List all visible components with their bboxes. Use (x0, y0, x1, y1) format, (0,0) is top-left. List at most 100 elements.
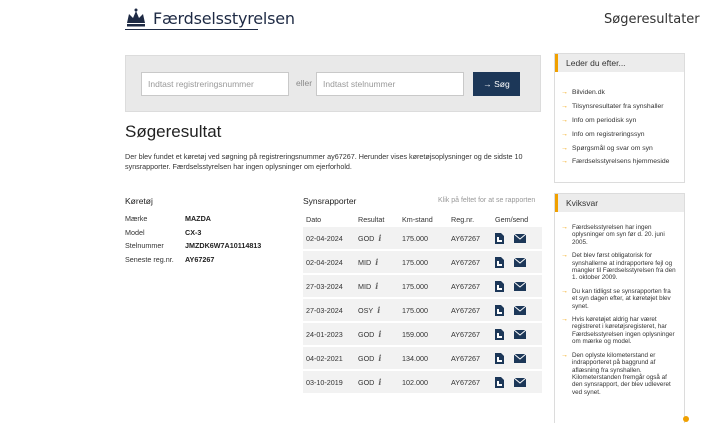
report-row[interactable]: 02-04-2024 MID i 175.000 AY67267 (303, 251, 542, 275)
report-date: 02-04-2024 (306, 257, 343, 267)
info-icon[interactable]: i (375, 257, 378, 267)
brand-name: Færdselsstyrelsen (153, 8, 295, 28)
report-km: 102.000 (402, 377, 428, 387)
result-description: Der blev fundet et køretøj ved søgning p… (125, 152, 523, 171)
pdf-download-icon[interactable] (495, 232, 504, 244)
column-header-result: Resultat (358, 214, 385, 224)
sidebar-link-label: Spørgsmål og svar om syn (572, 144, 653, 152)
brand-underline (125, 29, 258, 30)
report-result: GOD (358, 329, 375, 339)
report-reg: AY67267 (451, 257, 481, 267)
report-result: OSY (358, 305, 374, 315)
report-result-cell: OSY i (358, 305, 402, 315)
sidebar-link[interactable]: → Færdselsstyrelsens hjemmeside (561, 155, 684, 169)
info-icon[interactable]: i (378, 233, 381, 243)
report-date: 03-10-2019 (306, 377, 343, 387)
vehicle-value: MAZDA (185, 214, 211, 224)
email-send-icon[interactable] (514, 377, 526, 387)
pdf-download-icon[interactable] (495, 376, 504, 388)
report-reg: AY67267 (451, 281, 481, 291)
report-row[interactable]: 27-03-2024 MID i 175.000 AY67267 (303, 275, 542, 299)
report-actions (492, 280, 542, 292)
sidebar-link[interactable]: → Tilsynsresultater fra synshaller (561, 100, 684, 114)
search-panel: Indtast registreringsnummer eller Indtas… (125, 55, 541, 112)
quick-answer-text: Hvis køretøjet aldrig har været registre… (572, 316, 675, 346)
report-result-cell: GOD i (358, 233, 402, 243)
vehicle-heading: Køretøj (125, 196, 153, 206)
column-header-save-send: Gem/send (495, 214, 529, 224)
email-send-icon[interactable] (514, 233, 526, 243)
pdf-download-icon[interactable] (495, 304, 504, 316)
info-icon[interactable]: i (377, 305, 380, 315)
report-result: MID (358, 257, 372, 267)
arrow-right-icon: → (561, 351, 568, 359)
sidebar-link-label: Info om periodisk syn (572, 116, 637, 124)
registration-number-input[interactable]: Indtast registreringsnummer (141, 72, 289, 96)
sidebar-link[interactable]: → Spørgsmål og svar om syn (561, 141, 684, 155)
pdf-download-icon[interactable] (495, 256, 504, 268)
sidebar-link[interactable]: → Info om periodisk syn (561, 114, 684, 128)
arrow-right-icon: → (561, 316, 568, 324)
vehicle-row-latest-reg: Seneste reg.nr. AY67267 (125, 253, 261, 267)
report-row[interactable]: 24-01-2023 GOD i 159.000 AY67267 (303, 323, 542, 347)
search-button[interactable]: → Søg (473, 72, 520, 96)
report-row[interactable]: 03-10-2019 GOD i 102.000 AY67267 (303, 371, 542, 395)
column-header-km: Km-stand (402, 214, 433, 224)
sidebar-link[interactable]: → Info om registreringssyn (561, 127, 684, 141)
crown-icon (127, 8, 145, 27)
quick-answer-item: → Færdselsstyrelsen har ingen oplysninger… (561, 224, 676, 246)
column-header-reg: Reg.nr. (451, 214, 475, 224)
report-result-cell: GOD i (358, 377, 402, 387)
links-panel: Leder du efter... → Bilviden.dk → Tilsynsre… (554, 53, 685, 183)
links-heading: Leder du efter... (555, 54, 684, 72)
quick-answer-text: Du kan tidligst se synsrapporten fra et … (572, 287, 671, 310)
report-date: 04-02-2021 (306, 353, 343, 363)
report-actions (492, 376, 542, 388)
email-send-icon[interactable] (514, 305, 526, 315)
vehicle-label: Model (125, 227, 145, 237)
arrow-right-icon: → (561, 144, 568, 152)
sidebar-link-label: Bilviden.dk (572, 89, 605, 97)
email-send-icon[interactable] (514, 353, 526, 363)
quick-answer-text: Det blev først obligatorisk for synshall… (572, 252, 676, 282)
email-send-icon[interactable] (514, 281, 526, 291)
pdf-download-icon[interactable] (495, 280, 504, 292)
info-icon[interactable]: i (378, 353, 381, 363)
sidebar-link-label: Tilsynsresultater fra synshaller (572, 103, 664, 111)
email-send-icon[interactable] (514, 257, 526, 267)
info-icon[interactable]: i (378, 329, 381, 339)
report-date: 02-04-2024 (306, 233, 343, 243)
pdf-download-icon[interactable] (495, 352, 504, 364)
or-label: eller (296, 78, 313, 88)
email-send-icon[interactable] (514, 329, 526, 339)
report-km: 175.000 (402, 257, 428, 267)
report-result-cell: MID i (358, 257, 402, 267)
report-km: 159.000 (402, 329, 428, 339)
sidebar-link-label: Færdselsstyrelsens hjemmeside (572, 158, 670, 166)
report-result-cell: MID i (358, 281, 402, 291)
report-result: MID (358, 281, 372, 291)
arrow-right-icon: → (561, 224, 568, 231)
info-icon[interactable]: i (375, 281, 378, 291)
scroll-top-dot[interactable] (683, 416, 689, 422)
arrow-right-icon: → (561, 116, 568, 124)
report-row[interactable]: 04-02-2021 GOD i 134.000 AY67267 (303, 347, 542, 371)
pdf-download-icon[interactable] (495, 328, 504, 340)
quick-answer-item: → Den oplyste kilometerstand er indrappor… (561, 352, 676, 396)
info-icon[interactable]: i (378, 377, 381, 387)
vehicle-label: Seneste reg.nr. (125, 254, 174, 264)
report-reg: AY67267 (451, 377, 481, 387)
report-row[interactable]: 02-04-2024 GOD i 175.000 AY67267 (303, 227, 542, 251)
vehicle-row-chassis: Stelnummer JMZDK6W7A10114813 (125, 239, 261, 253)
brand-logo[interactable]: Færdselsstyrelsen (125, 6, 295, 30)
report-row[interactable]: 27-03-2024 OSY i 175.000 AY67267 (303, 299, 542, 323)
quick-answer-text: Færdselsstyrelsen har ingen oplysninger … (572, 224, 665, 246)
chassis-number-input[interactable]: Indtast stelnummer (316, 72, 464, 96)
vehicle-row-make: Mærke MAZDA (125, 212, 261, 226)
vehicle-info-table: Mærke MAZDA Model CX-3 Stelnummer JMZDK6… (125, 212, 261, 266)
arrow-right-icon: → (561, 130, 568, 138)
report-reg: AY67267 (451, 353, 481, 363)
sidebar-link[interactable]: → Bilviden.dk (561, 86, 684, 100)
result-title: Søgeresultat (125, 122, 222, 141)
report-reg: AY67267 (451, 233, 481, 243)
